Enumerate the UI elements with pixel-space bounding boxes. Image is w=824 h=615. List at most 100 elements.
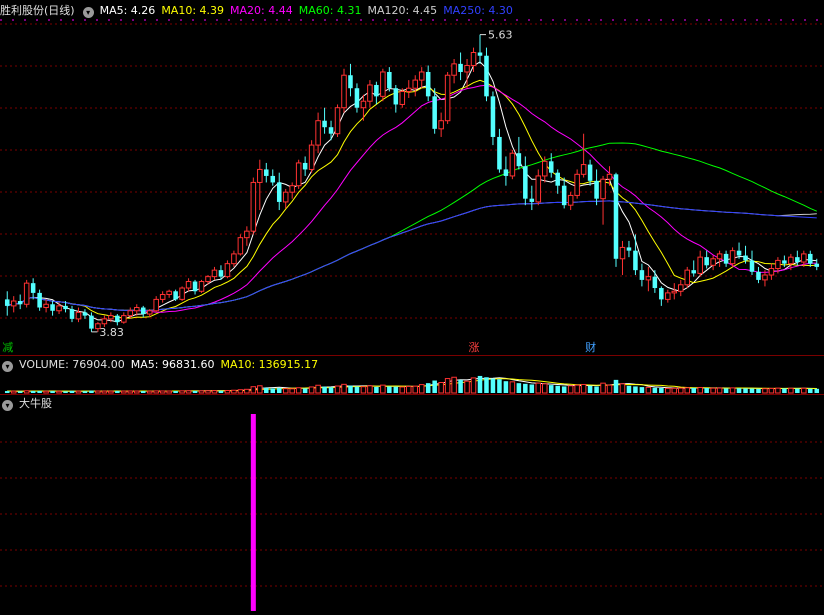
volume-bar [367,385,373,394]
candle-body [264,169,269,176]
volume-bar [276,388,282,393]
indicator-legend: ▾ 大牛股 [0,396,58,412]
candle-body [159,294,166,300]
volume-bar [101,390,108,394]
volume-bar [716,387,723,394]
candle-body [399,90,406,105]
candle-body [211,269,218,278]
candle-body [762,274,768,281]
candle-body [523,166,528,199]
candle-body [412,79,419,89]
ma-legend-item: MA10: 4.39 [161,4,225,17]
candle-body [775,259,781,270]
candle-body [101,318,108,325]
candle-body [237,237,244,255]
volume-bar [231,389,237,394]
signal-bars [250,414,256,611]
volume-bar [328,387,334,393]
candle-body [302,162,308,170]
volume-bar [56,390,62,394]
candle-body [289,185,295,193]
candle-body [257,168,263,183]
volume-bar [89,390,94,393]
volume-bar [405,385,412,394]
ma-legend-item: MA60: 4.31 [298,4,362,17]
price-legend: 胜利股份(日线) ▾ MA5: 4.26 MA10: 4.39 MA20: 4.44 MA… [0,3,525,19]
volume-bar [606,384,613,394]
candle-body [490,96,496,137]
volume-bar [671,387,678,394]
candle-body [250,181,257,232]
candle-body [328,127,334,134]
volume-bar [30,391,36,393]
candle-body [218,270,224,277]
candle-body [198,281,205,292]
volume-bar [736,388,742,393]
candle-body [782,260,787,264]
ma-line [7,84,817,313]
candle-body [671,290,678,294]
ma-legend-item: MA20: 4.44 [230,4,293,17]
event-marker[interactable]: 财 [584,341,597,355]
event-marker[interactable]: 涨 [468,341,481,355]
volume-bar [270,388,276,393]
candle-body [354,88,360,108]
candle-body [315,120,321,146]
volume-bar [341,383,347,394]
volume-bar [198,390,205,394]
volume-bar [334,385,341,394]
pane-divider-bottom [0,394,824,395]
candle-body [185,281,192,289]
volume-bar [250,386,257,394]
volume-bar [63,391,68,393]
volume-bar [458,379,463,393]
volume-bar [756,388,761,393]
indicator-dropdown-icon[interactable]: ▾ [2,400,13,411]
volume-legend: ▾ VOLUME: 76904.00 MA5: 96831.60 MA10: 1369… [0,357,324,373]
dropdown-icon[interactable]: ▾ [82,7,94,18]
candle-body [360,100,367,109]
volume-bar [192,390,198,393]
candle-body [438,120,444,130]
volume-bar [302,388,308,393]
candle-body [23,282,30,305]
volume-bar [127,390,134,394]
volume-bar [541,383,548,394]
signal-bar [250,414,256,611]
event-marker[interactable]: 减 [1,341,14,355]
volume-bar [380,384,386,394]
volume-bar [10,390,17,394]
volume-bar [451,376,457,394]
candle-body [613,174,619,259]
candle-body [535,175,542,203]
candle-body [503,169,509,176]
volume-bar [535,382,542,394]
candle-body [348,75,353,89]
volume-bar [224,390,231,394]
volume-bar [613,379,619,393]
candle-body [723,253,729,264]
candle-body [477,52,483,56]
candle-body [645,276,652,281]
candle-body [367,84,373,102]
candle-body [295,162,302,187]
candle-body [677,284,684,292]
volume-bar [121,390,127,394]
candle-body [736,250,742,256]
volume-bar [762,388,768,394]
volume-bar [516,383,522,393]
volume-bar [464,380,470,394]
volume-bar [484,377,489,393]
candle-body [659,288,664,300]
grid-lines [0,19,824,587]
candle-body [749,260,755,272]
volume-bar [257,385,263,394]
volume-bar [639,387,645,393]
volume-bar [140,391,146,393]
candle-body [561,185,567,206]
candle-body [322,120,327,128]
volume-bar [633,386,638,393]
volume-bar [17,391,23,393]
volume-bar [749,388,755,393]
volume-dropdown-icon[interactable]: ▾ [2,361,13,372]
